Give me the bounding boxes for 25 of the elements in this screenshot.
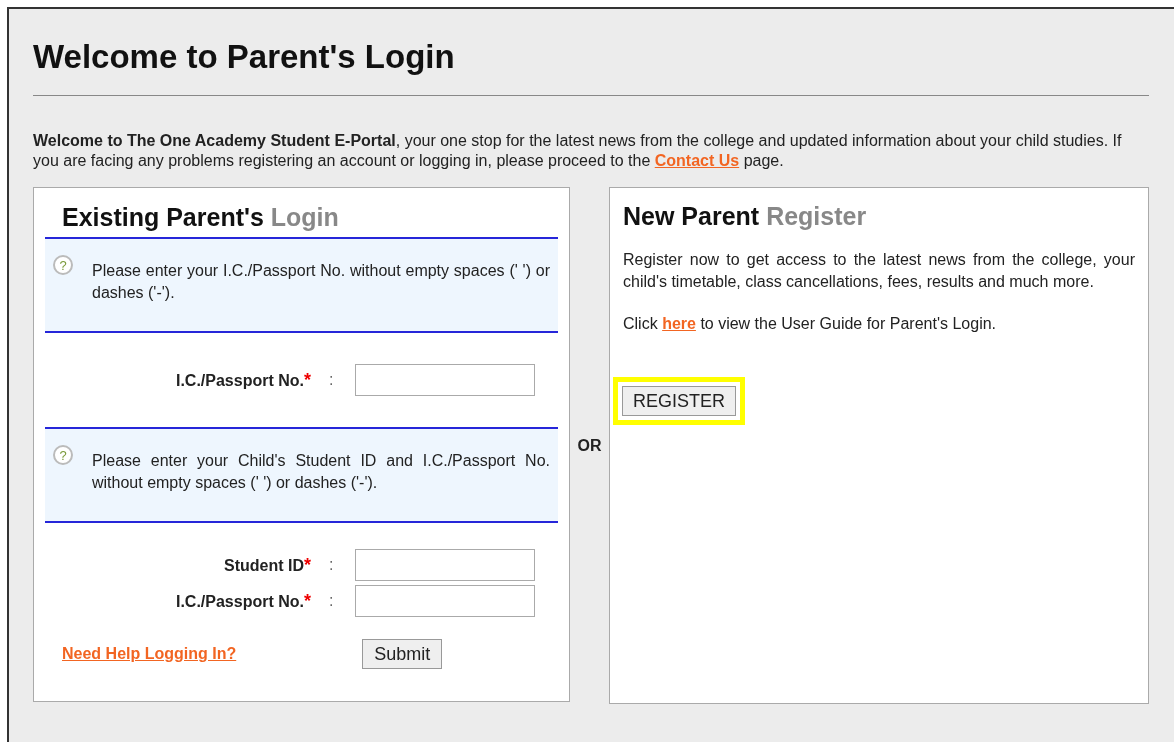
panel-heading: New Parent Register [623,201,868,232]
panel-heading: Existing Parent's Login [61,202,340,233]
submit-button[interactable]: Submit [362,639,443,669]
or-label: OR [577,436,602,456]
contact-link[interactable]: Contact Us [654,152,740,169]
input-field[interactable] [355,549,536,581]
field-label: I.C./Passport No.* [175,592,311,610]
help-link[interactable]: Need Help Logging In? [62,642,237,666]
colon: : [329,370,334,390]
intro-text: Welcome to The One Academy Student E-Portal, your one stop for the latest news from the college and updated information about your child studies. If you are facing any problems registering an account or logging in, please proceed to the Contact Us page. [33,131,1123,171]
register-description: Register now to get access to the latest news from the college, your child's timetable, class cancellations, fees, results and much more. [623,250,1135,292]
help-icon: ? [53,445,73,465]
colon: : [329,555,334,575]
register-button[interactable]: REGISTER [622,386,736,416]
hint-text: Please enter your I.C./Passport No. without empty spaces (' ') or dashes ('-'). [92,261,550,303]
colon: : [329,591,334,611]
input-field[interactable] [355,585,536,617]
field-label: Student ID* [224,556,311,574]
page-title: Welcome to Parent's Login [33,37,456,77]
input-field[interactable] [355,364,536,396]
guide-text: Click here to view the User Guide for Parent's Login. [623,314,998,334]
guide-link[interactable]: here [662,315,696,332]
field-label: I.C./Passport No.* [175,371,311,389]
hint-text: Please enter your Child's Student ID and I.C./Passport No. without empty spaces (' ') or dashes ('-'). [92,451,550,493]
help-icon: ? [53,255,73,275]
